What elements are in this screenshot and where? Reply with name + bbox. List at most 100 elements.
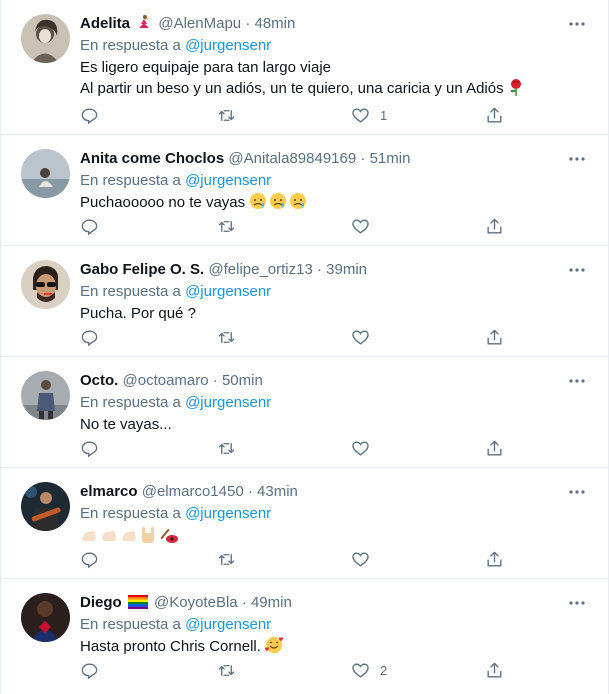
display-name[interactable]: Gabo Felipe O. S. xyxy=(80,261,204,278)
mention-link[interactable]: @jurgensenr xyxy=(185,283,271,300)
display-name[interactable]: Octo. xyxy=(80,372,118,389)
display-name[interactable]: Diego xyxy=(80,594,122,611)
tweet-header: Gabo Felipe O. S. @felipe_ortiz13 · 39mi… xyxy=(80,260,367,280)
like-button[interactable]: 1 xyxy=(351,104,387,126)
timestamp[interactable]: 51min xyxy=(370,150,411,167)
retweet-icon xyxy=(218,109,235,121)
like-button[interactable]: 2 xyxy=(351,659,387,681)
reply-button[interactable] xyxy=(80,548,99,570)
dancer-emoji xyxy=(136,14,152,36)
retweet-button[interactable] xyxy=(217,659,236,681)
sad-relieved-face-emoji xyxy=(249,192,307,216)
heart-icon xyxy=(352,551,369,567)
tweet-header: elmarco @elmarco1450 · 43min xyxy=(80,482,298,502)
user-handle[interactable]: @octoamaro xyxy=(123,372,209,389)
user-handle[interactable]: @felipe_ortiz13 xyxy=(208,261,312,278)
display-name[interactable]: elmarco xyxy=(80,483,138,500)
share-button[interactable] xyxy=(485,437,504,459)
timestamp[interactable]: 43min xyxy=(257,483,298,500)
tweet-text-line: Es ligero equipaje para tan largo viaje xyxy=(80,59,331,76)
heart-icon xyxy=(352,218,369,234)
timestamp[interactable]: 50min xyxy=(222,372,263,389)
rose-emoji xyxy=(508,78,524,102)
rainbow-flag-emoji xyxy=(127,595,148,615)
share-button[interactable] xyxy=(485,104,504,126)
tweet[interactable]: Gabo Felipe O. S. @felipe_ortiz13 · 39mi… xyxy=(1,246,608,357)
like-button[interactable] xyxy=(351,437,370,459)
timestamp[interactable]: 39min xyxy=(326,261,367,278)
more-options-icon[interactable] xyxy=(566,595,588,611)
reply-context: En respuesta a @jurgensenr xyxy=(80,36,271,56)
timestamp[interactable]: 48min xyxy=(254,15,295,32)
reply-icon xyxy=(81,107,98,124)
more-options-icon[interactable] xyxy=(566,484,588,500)
separator-dot: · xyxy=(247,483,253,500)
more-options-icon[interactable] xyxy=(566,151,588,167)
separator-dot: · xyxy=(241,594,247,611)
user-handle[interactable]: @KoyoteBla xyxy=(154,594,238,611)
reply-button[interactable] xyxy=(80,104,99,126)
avatar[interactable] xyxy=(21,482,70,531)
mention-link[interactable]: @jurgensenr xyxy=(185,37,271,54)
retweet-button[interactable] xyxy=(217,215,236,237)
like-count: 2 xyxy=(380,662,388,678)
mention-link[interactable]: @jurgensenr xyxy=(185,616,271,633)
heart-icon xyxy=(352,107,369,123)
reply-icon xyxy=(81,440,98,457)
more-options-icon[interactable] xyxy=(566,16,588,32)
user-handle[interactable]: @Anitala89849169 xyxy=(228,150,356,167)
retweet-button[interactable] xyxy=(217,548,236,570)
heart-icon xyxy=(352,329,369,345)
tweet[interactable]: elmarco @elmarco1450 · 43min En respuest… xyxy=(1,468,608,579)
tweet[interactable]: Octo. @octoamaro · 50min En respuesta a … xyxy=(1,357,608,468)
share-button[interactable] xyxy=(485,326,504,348)
tweet-text: No te vayas... xyxy=(80,414,172,435)
avatar[interactable] xyxy=(21,371,70,420)
reply-icon xyxy=(81,329,98,346)
reply-icon xyxy=(81,662,98,679)
retweet-button[interactable] xyxy=(217,104,236,126)
share-icon xyxy=(487,107,502,123)
avatar[interactable] xyxy=(21,14,70,63)
timestamp[interactable]: 49min xyxy=(251,594,292,611)
avatar[interactable] xyxy=(21,593,70,642)
like-button[interactable] xyxy=(351,548,370,570)
retweet-button[interactable] xyxy=(217,437,236,459)
avatar[interactable] xyxy=(21,260,70,309)
share-button[interactable] xyxy=(485,548,504,570)
share-button[interactable] xyxy=(485,215,504,237)
mention-link[interactable]: @jurgensenr xyxy=(185,394,271,411)
user-handle[interactable]: @AlenMapu xyxy=(158,15,241,32)
like-button[interactable] xyxy=(351,326,370,348)
reply-prefix: En respuesta a xyxy=(80,37,181,54)
tweet-actions xyxy=(80,548,520,570)
more-options-icon[interactable] xyxy=(566,373,588,389)
user-handle[interactable]: @elmarco1450 xyxy=(142,483,244,500)
reply-prefix: En respuesta a xyxy=(80,172,181,189)
reply-icon xyxy=(81,218,98,235)
reply-button[interactable] xyxy=(80,215,99,237)
tweet[interactable]: Diego @KoyoteBla · 49min En respuesta a … xyxy=(1,579,608,694)
display-name[interactable]: Adelita xyxy=(80,15,130,32)
tweet-header: Anita come Choclos @Anitala89849169 · 51… xyxy=(80,149,410,169)
more-options-icon[interactable] xyxy=(566,262,588,278)
separator-dot: · xyxy=(360,150,366,167)
mention-link[interactable]: @jurgensenr xyxy=(185,172,271,189)
tweet[interactable]: Anita come Choclos @Anitala89849169 · 51… xyxy=(1,135,608,246)
reply-button[interactable] xyxy=(80,437,99,459)
share-icon xyxy=(487,551,502,567)
reply-prefix: En respuesta a xyxy=(80,616,181,633)
retweet-button[interactable] xyxy=(217,326,236,348)
tweet-header: Adelita @AlenMapu · 48min xyxy=(80,14,295,36)
reply-button[interactable] xyxy=(80,659,99,681)
avatar[interactable] xyxy=(21,149,70,198)
share-button[interactable] xyxy=(485,659,504,681)
reply-button[interactable] xyxy=(80,326,99,348)
tweet[interactable]: Adelita @AlenMapu · 48min En respuesta a… xyxy=(1,0,608,135)
display-name[interactable]: Anita come Choclos xyxy=(80,150,224,167)
tweet-text-line: Hasta pronto Chris Cornell. xyxy=(80,638,261,655)
like-button[interactable] xyxy=(351,215,370,237)
heart-icon xyxy=(352,440,369,456)
mention-link[interactable]: @jurgensenr xyxy=(185,505,271,522)
separator-dot: · xyxy=(245,15,251,32)
